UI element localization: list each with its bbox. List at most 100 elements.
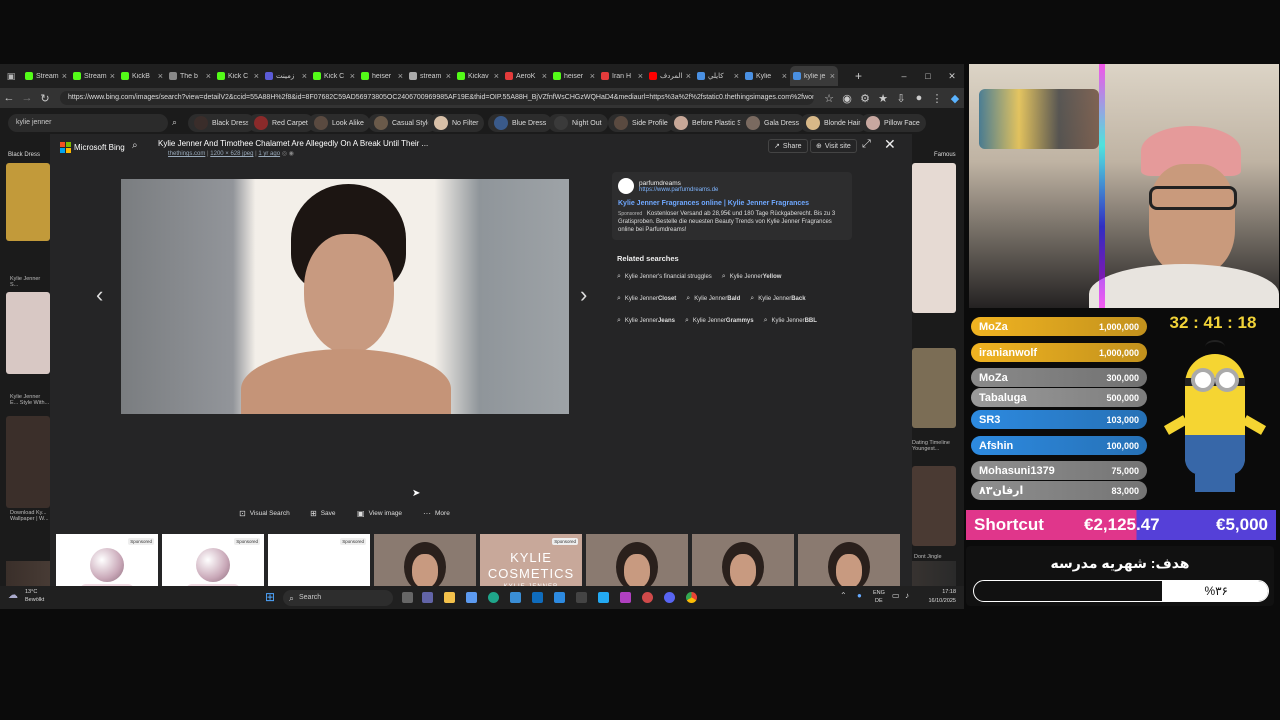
bg-thumbnail[interactable] [6,416,50,508]
downloads-icon[interactable]: ⇩ [892,92,910,105]
close-tab-icon[interactable]: × [158,71,163,81]
browser-tab[interactable]: Stream × [70,66,118,86]
maximize-button[interactable]: □ [916,71,940,81]
browser-tab[interactable]: Iran H × [598,66,646,86]
save-button[interactable]: ⊞ Save [310,509,336,518]
browser-tab[interactable]: Stream × [22,66,70,86]
language-2[interactable]: DE [875,598,883,604]
filter-chip[interactable]: Red Carpet [248,114,314,132]
close-tab-icon[interactable]: × [254,71,259,81]
ad-headline[interactable]: Kylie Jenner Fragrances online | Kylie J… [618,200,846,207]
bookmarks-icon[interactable]: ★ [874,92,892,105]
related-search-link[interactable]: ⌕ Kylie Jenner Yellow [722,273,782,281]
close-tab-icon[interactable]: × [542,71,547,81]
bing-search-box[interactable]: kylie jenner [8,114,168,132]
outlook-icon[interactable] [532,592,543,603]
close-tab-icon[interactable]: × [830,71,835,81]
browser-tab[interactable]: Kylie × [742,66,790,86]
related-search-link[interactable]: ⌕ Kylie Jenner Closet [617,295,676,303]
rider-icon[interactable] [620,592,631,603]
browser-tab[interactable]: زمينت × [262,66,310,86]
bg-thumbnail[interactable] [6,292,50,374]
close-window-button[interactable]: ✕ [940,71,964,82]
browser-tab[interactable]: Kickav × [454,66,502,86]
extension-icon[interactable]: ◉ [838,92,856,105]
browser-tab[interactable]: Kick C × [214,66,262,86]
reload-icon[interactable]: ↻ [36,92,54,105]
filter-chip[interactable]: Pillow Face [860,114,926,132]
previous-image-arrow-icon[interactable]: ‹ [96,282,103,308]
share-button[interactable]: ↗ Share [768,139,808,153]
browser-tab[interactable]: كايلي × [694,66,742,86]
minimize-button[interactable]: – [892,71,916,81]
copilot-icon[interactable]: ◆ [946,92,964,105]
visit-site-button[interactable]: ⊕ Visit site [810,139,857,153]
network-icon[interactable]: ▭ [892,591,900,600]
back-arrow-icon[interactable]: ← [0,92,18,104]
volume-icon[interactable]: ♪ [905,591,909,600]
main-image[interactable] [121,179,569,414]
store-icon[interactable] [466,592,477,603]
tool-icon[interactable] [642,592,653,603]
more-button[interactable]: ··· More [423,509,450,518]
related-search-link[interactable]: ⌕ Kylie Jenner's financial struggles [617,273,712,281]
file-explorer-icon[interactable] [444,592,455,603]
close-tab-icon[interactable]: × [398,71,403,81]
bg-thumbnail[interactable] [912,163,956,313]
close-tab-icon[interactable]: × [446,71,451,81]
search-icon[interactable]: ⌕ [132,140,138,151]
bg-thumbnail[interactable] [912,348,956,428]
menu-dots-icon[interactable]: ⋮ [928,92,946,105]
vscode-icon[interactable] [598,592,609,603]
language-1[interactable]: ENG [873,590,885,596]
settings-gear-icon[interactable]: ⚙ [856,92,874,105]
browser-tab[interactable]: المردف × [646,66,694,86]
browser-tab[interactable]: stream × [406,66,454,86]
filter-chip[interactable]: Night Out [548,114,608,132]
filter-chip[interactable]: Look Alike [308,114,370,132]
info-icon[interactable]: ◎ ◉ [282,151,294,157]
expand-icon[interactable]: ⤢ [862,138,871,151]
related-search-link[interactable]: ⌕ Kylie Jenner Bald [686,295,740,303]
browser-tab[interactable]: kylie je × [790,66,838,86]
filter-chip[interactable]: Casual Style [368,114,438,132]
tray-chevron-icon[interactable]: ⌃ [840,591,847,600]
close-tab-icon[interactable]: × [494,71,499,81]
start-windows-icon[interactable]: ⊞ [265,590,275,604]
close-tab-icon[interactable]: × [782,71,787,81]
browser-tab[interactable]: heiser × [358,66,406,86]
next-image-arrow-icon[interactable]: › [580,282,587,308]
related-search-link[interactable]: ⌕ Kylie Jenner Jeans [617,317,675,325]
related-search-link[interactable]: ⌕ Kylie Jenner Back [750,295,805,303]
terminal-icon[interactable] [576,592,587,603]
close-tab-icon[interactable]: × [638,71,643,81]
browser-tab[interactable]: AeroK × [502,66,550,86]
close-modal-button[interactable]: ✕ [884,136,896,153]
chrome-icon[interactable] [686,592,697,603]
advertiser-url[interactable]: https://www.parfumdreams.de [639,187,718,193]
filter-chip[interactable]: Gala Dress [740,114,806,132]
discord-icon[interactable] [664,592,675,603]
close-tab-icon[interactable]: × [734,71,739,81]
close-tab-icon[interactable]: × [350,71,355,81]
teams-icon[interactable] [422,592,433,603]
filter-chip[interactable]: Blonde Hair [800,114,867,132]
image-source-link[interactable]: thethings.com [168,151,205,157]
tab-actions-icon[interactable]: ▣ [0,71,22,82]
filter-chip[interactable]: Blue Dress [488,114,553,132]
edge-icon[interactable] [488,592,499,603]
browser-tab[interactable]: KickB × [118,66,166,86]
favorite-star-icon[interactable]: ☆ [820,92,838,105]
clock-time[interactable]: 17:18 [926,589,956,595]
ad-card[interactable]: parfumdreams https://www.parfumdreams.de… [612,172,852,240]
close-tab-icon[interactable]: × [590,71,595,81]
close-tab-icon[interactable]: × [62,71,67,81]
search-icon[interactable]: ⌕ [172,117,177,128]
filter-chip[interactable]: Black Dress [188,114,256,132]
forward-arrow-icon[interactable]: → [18,92,36,104]
profile-avatar-icon[interactable]: ● [910,92,928,104]
visual-search-button[interactable]: ⊡ Visual Search [239,509,290,518]
close-tab-icon[interactable]: × [206,71,211,81]
url-field[interactable]: https://www.bing.com/images/search?view=… [60,91,814,105]
browser-tab[interactable]: Kick C × [310,66,358,86]
